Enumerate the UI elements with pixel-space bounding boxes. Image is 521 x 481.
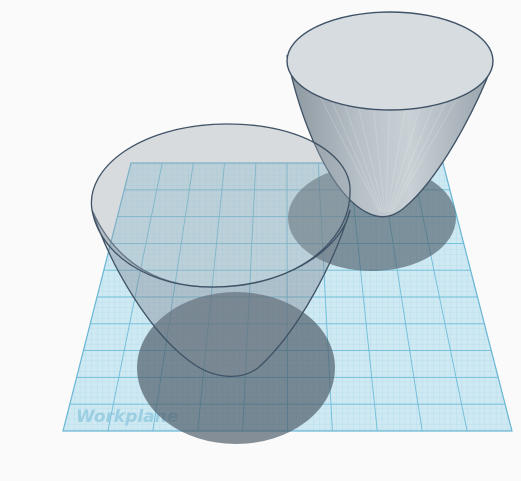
scene[interactable]: Workplane bbox=[0, 0, 521, 481]
paraboloid-solid-top-face[interactable] bbox=[286, 11, 494, 111]
3d-viewport[interactable]: Workplane bbox=[0, 0, 521, 481]
